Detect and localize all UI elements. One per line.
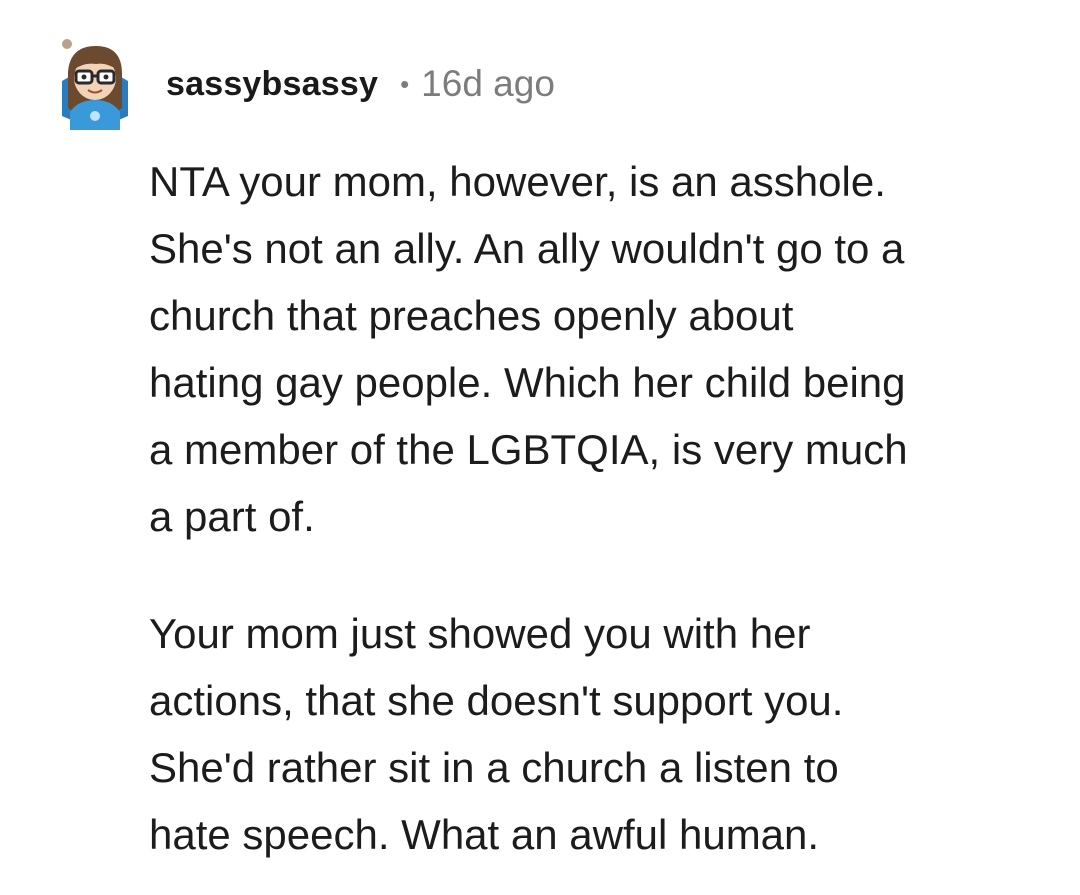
comment-paragraph: Your mom just showed you with her action…	[149, 610, 844, 858]
comment-header: sassybsassy • 16d ago	[58, 38, 555, 130]
comment-author[interactable]: sassybsassy	[166, 65, 378, 104]
comment-paragraph: NTA your mom, however, is an asshole. Sh…	[149, 158, 908, 540]
comment-body: NTA your mom, however, is an asshole. Sh…	[149, 148, 1049, 868]
comment: sassybsassy • 16d ago NTA your mom, howe…	[0, 0, 1080, 895]
comment-age: 16d ago	[421, 63, 555, 104]
user-avatar-icon[interactable]	[58, 38, 132, 130]
meta-separator: •	[400, 69, 410, 99]
